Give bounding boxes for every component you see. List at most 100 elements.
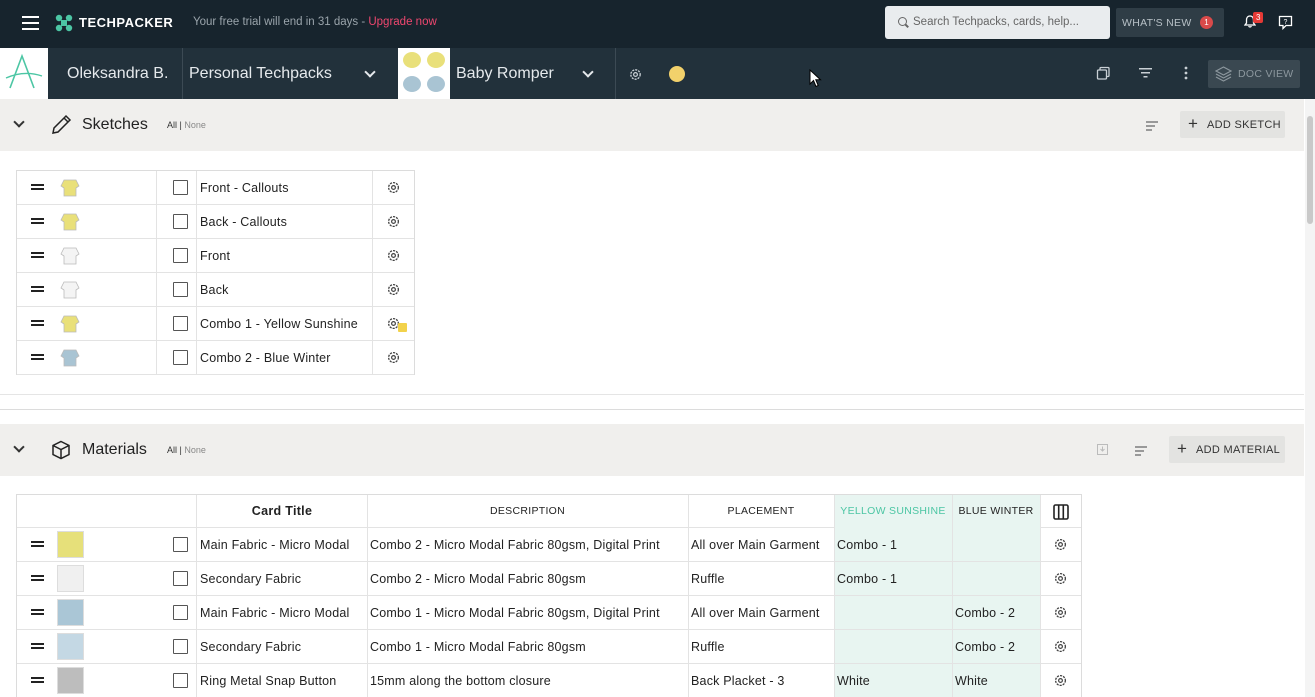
filter-none-link[interactable]: None [184, 120, 206, 130]
row-settings[interactable] [1053, 673, 1068, 693]
material-placement[interactable]: All over Main Garment [691, 538, 820, 552]
drag-handle-icon[interactable] [31, 643, 44, 651]
blue-winter-cell[interactable]: Combo - 2 [955, 606, 1015, 620]
material-placement[interactable]: All over Main Garment [691, 606, 820, 620]
row-settings[interactable] [386, 214, 401, 234]
whats-new-button[interactable]: WHAT'S NEW 1 [1116, 8, 1224, 37]
workspace-selector[interactable]: Personal Techpacks [189, 65, 332, 83]
user-name[interactable]: Oleksandra B. [67, 65, 168, 83]
collapse-chevron-icon[interactable] [13, 441, 25, 453]
sketch-row[interactable]: Back - Callouts [17, 205, 414, 239]
copy-icon[interactable] [1096, 66, 1111, 81]
gear-icon[interactable] [386, 350, 401, 365]
material-description[interactable]: Combo 2 - Micro Modal Fabric 80gsm, Digi… [370, 538, 660, 552]
row-checkbox[interactable] [173, 282, 188, 297]
row-settings[interactable] [1053, 571, 1068, 591]
add-material-button[interactable]: + ADD MATERIAL [1169, 436, 1285, 463]
menu-icon[interactable] [22, 16, 39, 30]
sketch-name[interactable]: Back - Callouts [200, 215, 287, 229]
upgrade-link[interactable]: Upgrade now [368, 16, 436, 28]
material-card-title[interactable]: Secondary Fabric [200, 640, 301, 654]
material-placement[interactable]: Ruffle [691, 640, 725, 654]
gear-icon[interactable] [1053, 673, 1068, 688]
row-settings[interactable] [386, 282, 401, 302]
row-checkbox[interactable] [173, 537, 188, 552]
gear-icon[interactable] [386, 248, 401, 263]
column-header-blue-winter[interactable]: BLUE WINTER [952, 495, 1040, 528]
material-description[interactable]: Combo 2 - Micro Modal Fabric 80gsm [370, 572, 586, 586]
gear-icon[interactable] [386, 214, 401, 229]
status-indicator[interactable] [669, 66, 685, 82]
row-checkbox[interactable] [173, 673, 188, 688]
row-checkbox[interactable] [173, 605, 188, 620]
row-settings[interactable] [386, 248, 401, 268]
yellow-sunshine-cell[interactable]: Combo - 1 [837, 572, 897, 586]
column-header-placement[interactable]: PLACEMENT [688, 495, 834, 528]
material-description[interactable]: Combo 1 - Micro Modal Fabric 80gsm, Digi… [370, 606, 660, 620]
sketch-name[interactable]: Back [200, 283, 229, 297]
row-settings[interactable] [1053, 537, 1068, 557]
gear-icon[interactable] [1053, 605, 1068, 620]
column-header-yellow-sunshine[interactable]: YELLOW SUNSHINE [834, 495, 952, 528]
material-placement[interactable]: Ruffle [691, 572, 725, 586]
material-description[interactable]: Combo 1 - Micro Modal Fabric 80gsm [370, 640, 586, 654]
comment-note-icon[interactable] [398, 323, 407, 332]
row-checkbox[interactable] [173, 180, 188, 195]
filter-icon[interactable] [1139, 68, 1152, 78]
drag-handle-icon[interactable] [31, 354, 44, 362]
doc-view-button[interactable]: DOC VIEW [1208, 60, 1300, 88]
column-header-card-title[interactable]: Card Title [197, 495, 367, 528]
sketch-name[interactable]: Front - Callouts [200, 181, 289, 195]
drag-handle-icon[interactable] [31, 286, 44, 294]
material-card-title[interactable]: Secondary Fabric [200, 572, 301, 586]
sketch-row[interactable]: Front - Callouts [17, 171, 414, 205]
sketch-name[interactable]: Front [200, 249, 230, 263]
gear-icon[interactable] [1053, 639, 1068, 654]
material-row[interactable]: Main Fabric - Micro Modal Combo 2 - Micro… [17, 528, 1081, 562]
settings-gear-icon[interactable] [628, 67, 643, 82]
row-checkbox[interactable] [173, 214, 188, 229]
download-icon[interactable] [1097, 444, 1108, 455]
search-input[interactable]: Search Techpacks, cards, help... [885, 6, 1110, 39]
columns-icon[interactable] [1053, 504, 1069, 520]
drag-handle-icon[interactable] [31, 677, 44, 685]
sort-icon[interactable] [1135, 446, 1147, 458]
sketch-row[interactable]: Back [17, 273, 414, 307]
yellow-sunshine-cell[interactable]: White [837, 674, 870, 688]
collapse-chevron-icon[interactable] [13, 116, 25, 128]
drag-handle-icon[interactable] [31, 609, 44, 617]
material-card-title[interactable]: Main Fabric - Micro Modal [200, 538, 349, 552]
product-selector[interactable]: Baby Romper [456, 65, 554, 83]
filter-all-link[interactable]: All | [167, 445, 182, 455]
avatar[interactable] [0, 48, 48, 99]
chevron-down-icon[interactable] [364, 66, 376, 78]
gear-icon[interactable] [386, 282, 401, 297]
material-row[interactable]: Ring Metal Snap Button 15mm along the bot… [17, 664, 1081, 697]
row-settings[interactable] [386, 180, 401, 200]
row-checkbox[interactable] [173, 350, 188, 365]
sort-icon[interactable] [1146, 121, 1158, 133]
filter-all-link[interactable]: All | [167, 120, 182, 130]
material-description[interactable]: 15mm along the bottom closure [370, 674, 551, 688]
yellow-sunshine-cell[interactable]: Combo - 1 [837, 538, 897, 552]
row-settings[interactable] [1053, 605, 1068, 625]
drag-handle-icon[interactable] [31, 184, 44, 192]
drag-handle-icon[interactable] [31, 252, 44, 260]
sketch-name[interactable]: Combo 1 - Yellow Sunshine [200, 317, 358, 331]
gear-icon[interactable] [1053, 537, 1068, 552]
gear-icon[interactable] [1053, 571, 1068, 586]
sketch-row[interactable]: Front [17, 239, 414, 273]
more-options-icon[interactable] [1184, 66, 1188, 80]
filter-none-link[interactable]: None [184, 445, 206, 455]
row-checkbox[interactable] [173, 316, 188, 331]
row-settings[interactable] [386, 350, 401, 370]
row-checkbox[interactable] [173, 639, 188, 654]
column-header-description[interactable]: DESCRIPTION [367, 495, 688, 528]
material-row[interactable]: Secondary Fabric Combo 1 - Micro Modal Fa… [17, 630, 1081, 664]
blue-winter-cell[interactable]: Combo - 2 [955, 640, 1015, 654]
sketch-name[interactable]: Combo 2 - Blue Winter [200, 351, 331, 365]
row-checkbox[interactable] [173, 571, 188, 586]
sketch-row[interactable]: Combo 2 - Blue Winter [17, 341, 414, 375]
chevron-down-icon[interactable] [582, 66, 594, 78]
drag-handle-icon[interactable] [31, 541, 44, 549]
